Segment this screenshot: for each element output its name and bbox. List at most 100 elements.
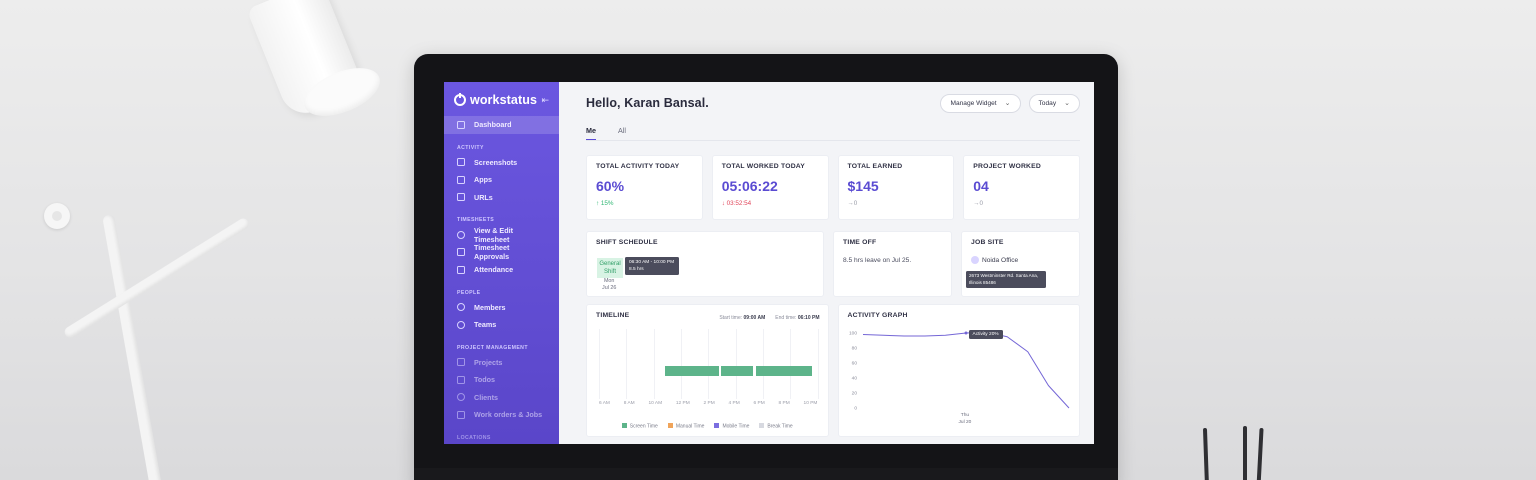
stat-delta: ↑ 15% <box>596 200 614 207</box>
timeline-tick-label: 6 PM <box>753 401 765 406</box>
brand[interactable]: workstatus ⇤ <box>444 90 559 110</box>
legend-item[interactable]: Break Time <box>759 422 793 429</box>
y-tick-label: 0 <box>854 406 857 412</box>
sidebar-item-label: Projects <box>474 357 503 367</box>
activity-line <box>862 331 1069 409</box>
timeline-gridline <box>708 329 710 399</box>
stat-delta: ↓ 03:52:54 <box>721 200 752 207</box>
sidebar-section-project-management: PROJECT MANAGEMENT <box>457 344 528 351</box>
timeline-segment[interactable] <box>756 366 813 376</box>
sidebar-item-label: Screenshots <box>474 157 518 167</box>
tooltip-line: 06:30 AM - 10:00 PM <box>629 260 675 265</box>
sidebar-item-apps[interactable]: Apps <box>444 171 559 189</box>
timeline-gridline <box>680 329 682 399</box>
x-date: Jul 20 <box>958 419 972 425</box>
timeline-gridline <box>790 329 792 399</box>
legend-item[interactable]: Manual Time <box>667 422 705 429</box>
job-site-item[interactable]: Noida Office <box>971 256 1070 264</box>
y-tick-label: 20 <box>851 391 857 397</box>
tab-all[interactable]: All <box>618 126 626 140</box>
y-tick-label: 100 <box>848 331 856 337</box>
sidebar-section-timesheets: TIMESHEETS <box>457 217 495 223</box>
folder-icon <box>457 358 465 367</box>
sidebar-item-screenshots[interactable]: Screenshots <box>444 154 559 172</box>
sidebar-item-label: Teams <box>474 320 497 330</box>
sidebar-item-work-orders[interactable]: Work orders & Jobs <box>444 406 559 424</box>
pen <box>1243 426 1247 480</box>
end-time-value: 06:10 PM <box>797 315 820 321</box>
timeline-tick-label: 10 PM <box>803 401 818 406</box>
date-filter-select[interactable]: Today ⌄ <box>1028 93 1080 113</box>
collapse-sidebar-icon[interactable]: ⇤ <box>541 95 549 106</box>
sidebar-item-projects[interactable]: Projects <box>444 354 559 372</box>
timeline-segment[interactable] <box>720 366 754 376</box>
pen <box>1256 427 1264 480</box>
stat-card-total-worked: TOTAL WORKED TODAY 05:06:22 ↓ 03:52:54 <box>711 155 829 220</box>
stat-value: $145 <box>847 178 879 194</box>
tooltip-line: 2673 Westminster Rd. Santa Ana, <box>969 273 1039 278</box>
shift-tag[interactable]: General Shift <box>597 258 623 278</box>
stat-value: 05:06:22 <box>721 178 778 194</box>
workstatus-logo-icon <box>454 93 466 106</box>
sidebar-item-teams[interactable]: Teams <box>444 316 559 334</box>
sidebar-item-view-edit-timesheet[interactable]: View & Edit Timesheet <box>444 226 559 244</box>
timeline-legend: Screen Time Manual Time Mobile Time Break T… <box>587 422 828 429</box>
team-icon <box>457 320 465 329</box>
legend-item[interactable]: Mobile Time <box>714 422 749 429</box>
todo-icon <box>457 375 465 384</box>
schedule-row: SHIFT SCHEDULE General Shift 06:30 AM - … <box>586 231 1080 297</box>
sidebar-item-label: Todos <box>474 375 496 385</box>
stat-title: PROJECT WORKED <box>973 163 1042 170</box>
screenshot-icon <box>457 158 465 167</box>
dashboard-icon <box>457 120 465 129</box>
sidebar-section-activity: ACTIVITY <box>457 144 484 151</box>
end-time: End time: 06:10 PM <box>775 315 819 321</box>
y-tick-label: 80 <box>851 346 857 352</box>
sidebar-item-label: Timesheet Approvals <box>474 243 510 262</box>
legend-swatch <box>714 422 720 428</box>
sidebar-item-label: Apps <box>474 175 492 185</box>
sidebar-item-label: Dashboard <box>474 120 512 130</box>
sidebar-item-clients[interactable]: Clients <box>444 389 559 407</box>
activity-graph-x-label: Thu Jul 20 <box>959 413 972 426</box>
sidebar-item-timesheet-approvals[interactable]: Timesheet Approvals <box>444 243 559 262</box>
legend-label: Manual Time <box>675 423 705 429</box>
sidebar-item-todos[interactable]: Todos <box>444 371 559 389</box>
sidebar: workstatus ⇤ Dashboard ACTIVITY Screensh… <box>444 82 559 444</box>
time-off-card: TIME OFF 8.5 hrs leave on Jul 25. <box>833 231 952 297</box>
sidebar-item-urls[interactable]: URLs <box>444 189 559 207</box>
chevron-down-icon: ⌄ <box>1004 100 1011 107</box>
timeline-gridline <box>599 329 600 399</box>
timeline-times: Start time: 09:00 AM End time: 06:10 PM <box>719 315 819 321</box>
end-time-label: End time: <box>775 315 797 321</box>
sidebar-item-members[interactable]: Members <box>444 299 559 317</box>
tooltip-line: Illinois 85486 <box>969 279 996 285</box>
legend-label: Break Time <box>767 423 793 429</box>
sidebar-section-people: PEOPLE <box>457 289 481 296</box>
tooltip-line: 8.5 hrs <box>629 267 644 272</box>
activity-point[interactable] <box>964 331 967 335</box>
sidebar-item-attendance[interactable]: Attendance <box>444 261 559 279</box>
stat-value: 04 <box>973 178 989 194</box>
start-time: Start time: 09:00 AM <box>719 315 765 321</box>
top-actions: Manage Widget ⌄ Today ⌄ <box>940 93 1080 113</box>
sidebar-item-dashboard[interactable]: Dashboard <box>444 116 559 134</box>
url-icon <box>457 193 465 202</box>
timeline-segment[interactable] <box>664 366 720 376</box>
activity-tooltip: Activity 20% <box>968 330 1003 339</box>
briefcase-icon <box>457 410 465 419</box>
job-site-card: JOB SITE Noida Office 2673 Westminster R… <box>961 231 1080 297</box>
timeline-tick-label: 2 PM <box>703 401 715 406</box>
manage-widget-button[interactable]: Manage Widget ⌄ <box>940 93 1021 113</box>
stat-delta: →0 <box>847 200 858 207</box>
sidebar-item-label: Members <box>474 302 506 312</box>
tab-me[interactable]: Me <box>586 126 596 140</box>
timeline-card: TIMELINE Start time: 09:00 AM End time: … <box>586 304 829 437</box>
legend-item[interactable]: Screen Time <box>621 422 658 429</box>
clock-icon <box>457 230 465 239</box>
stat-card-total-earned: TOTAL EARNED $145 →0 <box>837 155 955 220</box>
job-site-name: Noida Office <box>982 256 1019 264</box>
timeline-gridline <box>626 329 628 399</box>
sidebar-section-locations: LOCATIONS <box>457 434 491 441</box>
stat-value: 60% <box>596 178 625 194</box>
